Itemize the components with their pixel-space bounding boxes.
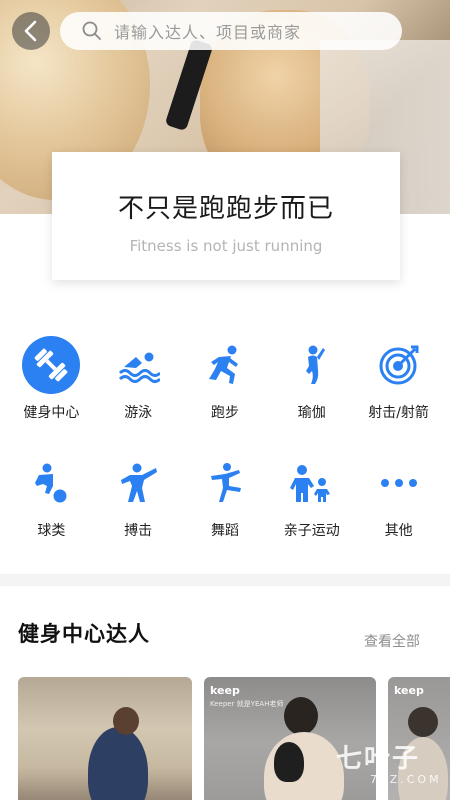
category-label: 健身中心	[23, 405, 80, 421]
category-label: 亲子运动	[283, 523, 340, 539]
page: 请输入达人、项目或商家 不只是跑跑步而已 Fitness is not just…	[0, 0, 450, 800]
see-all-link[interactable]: 查看全部	[364, 631, 420, 651]
section-divider	[0, 574, 450, 586]
category-dance[interactable]: 舞蹈	[182, 454, 269, 572]
banner-card: 不只是跑跑步而已 Fitness is not just running	[52, 152, 400, 280]
category-swimming[interactable]: 游泳	[95, 336, 182, 454]
card-brand: keep	[394, 684, 424, 697]
section-title: 健身中心达人	[18, 622, 150, 646]
card-brand-sub: Keeper 就是YEAH老师	[210, 700, 284, 708]
watermark: 七叶子 7YZ.COM	[336, 738, 440, 786]
dance-icon	[196, 454, 254, 512]
category-label: 球类	[37, 523, 66, 539]
category-combat[interactable]: 搏击	[95, 454, 182, 572]
running-icon	[196, 336, 254, 394]
search-icon	[82, 21, 101, 40]
category-family-sports[interactable]: 亲子运动	[268, 454, 355, 572]
category-label: 其他	[384, 523, 413, 539]
category-label: 舞蹈	[210, 523, 239, 539]
category-ball-sports[interactable]: 球类	[8, 454, 95, 572]
category-fitness-center[interactable]: 健身中心	[8, 336, 95, 454]
family-icon	[283, 454, 341, 512]
target-icon	[370, 336, 428, 394]
back-button[interactable]	[12, 12, 50, 50]
watermark-text: 七叶子	[336, 744, 421, 774]
ball-sports-icon	[22, 454, 80, 512]
category-yoga[interactable]: 瑜伽	[268, 336, 355, 454]
category-label: 游泳	[124, 405, 153, 421]
banner-title: 不只是跑跑步而已	[117, 194, 334, 224]
chevron-left-icon	[24, 20, 37, 42]
more-dots-icon	[370, 454, 428, 512]
category-label: 瑜伽	[297, 405, 326, 421]
expert-card[interactable]	[18, 677, 192, 800]
combat-icon	[109, 454, 167, 512]
category-others[interactable]: 其他	[355, 454, 442, 572]
banner-subtitle: Fitness is not just running	[129, 237, 323, 255]
card-brand: keep	[210, 684, 240, 697]
swimming-icon	[109, 336, 167, 394]
dumbbell-icon	[22, 336, 81, 394]
watermark-url: 7YZ.COM	[370, 773, 442, 786]
category-label: 搏击	[124, 523, 153, 539]
category-grid: 健身中心 游泳 跑步 瑜伽 射击/射箭 球类 搏击 舞蹈 亲子运动 其他	[8, 336, 442, 572]
category-shooting-archery[interactable]: 射击/射箭	[355, 336, 442, 454]
search-placeholder: 请输入达人、项目或商家	[114, 23, 302, 42]
search-input[interactable]: 请输入达人、项目或商家	[60, 12, 402, 50]
yoga-icon	[283, 336, 341, 394]
category-running[interactable]: 跑步	[182, 336, 269, 454]
category-label: 跑步	[210, 405, 239, 421]
category-label: 射击/射箭	[368, 405, 429, 421]
